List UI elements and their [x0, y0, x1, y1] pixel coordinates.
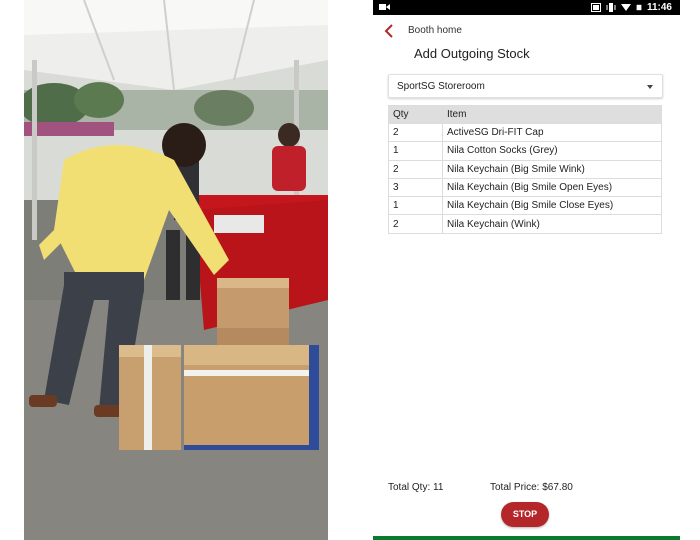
status-icons: 11:46: [590, 1, 672, 14]
navigation-bar-strip: [373, 536, 680, 540]
app-screen: Booth home Add Outgoing Stock SportSG St…: [373, 15, 680, 536]
row-qty: 1: [388, 196, 443, 216]
chevron-left-icon[interactable]: [383, 24, 395, 38]
video-camera-icon: [379, 4, 390, 10]
row-item: Nila Keychain (Wink): [442, 214, 662, 234]
row-item: Nila Keychain (Big Smile Close Eyes): [442, 196, 662, 216]
row-item: Nila Keychain (Big Smile Open Eyes): [442, 177, 662, 198]
status-bar: 11:46: [373, 0, 680, 15]
dropdown-arrow-icon: [647, 85, 653, 89]
row-qty: 1: [388, 141, 443, 161]
table-row[interactable]: 1 Nila Keychain (Big Smile Close Eyes): [388, 196, 662, 216]
row-qty: 2: [388, 122, 443, 143]
vibrate-icon: [606, 3, 616, 12]
screenshot-frame: 11:46 Booth home Add Outgoing Stock Spor…: [0, 0, 700, 540]
row-item: Nila Keychain (Big Smile Wink): [442, 159, 662, 179]
table-row[interactable]: 3 Nila Keychain (Big Smile Open Eyes): [388, 177, 662, 198]
app-bar: Booth home Add Outgoing Stock: [373, 15, 680, 73]
cast-icon: [590, 3, 601, 12]
booth-photo-illustration: [24, 0, 328, 540]
location-select[interactable]: SportSG Storeroom: [388, 74, 663, 98]
booth-photo: [24, 0, 328, 540]
wifi-icon: [620, 4, 631, 11]
total-price: Total Price: $67.80: [490, 482, 573, 493]
phone-device: 11:46 Booth home Add Outgoing Stock Spor…: [373, 0, 680, 540]
table-row[interactable]: 2 Nila Keychain (Wink): [388, 214, 662, 234]
row-qty: 3: [388, 177, 443, 198]
column-header-qty: Qty: [388, 105, 443, 124]
table-row[interactable]: 1 Nila Cotton Socks (Grey): [388, 141, 662, 161]
table-row[interactable]: 2 ActiveSG Dri-FIT Cap: [388, 122, 662, 143]
row-qty: 2: [388, 214, 443, 234]
stock-table: Qty Item 2 ActiveSG Dri-FIT Cap 1 Nila C…: [388, 105, 662, 234]
location-select-value: SportSG Storeroom: [397, 81, 485, 92]
back-to-booth-home-link[interactable]: Booth home: [408, 25, 462, 36]
page-title: Add Outgoing Stock: [414, 46, 530, 61]
status-time: 11:46: [646, 2, 672, 13]
stop-button[interactable]: STOP: [501, 502, 549, 527]
row-item: Nila Cotton Socks (Grey): [442, 141, 662, 161]
table-header-row: Qty Item: [388, 105, 662, 124]
row-item: ActiveSG Dri-FIT Cap: [442, 122, 662, 143]
row-qty: 2: [388, 159, 443, 179]
battery-icon: [636, 4, 642, 11]
total-qty: Total Qty: 11: [388, 482, 444, 493]
column-header-item: Item: [442, 105, 662, 124]
table-row[interactable]: 2 Nila Keychain (Big Smile Wink): [388, 159, 662, 179]
